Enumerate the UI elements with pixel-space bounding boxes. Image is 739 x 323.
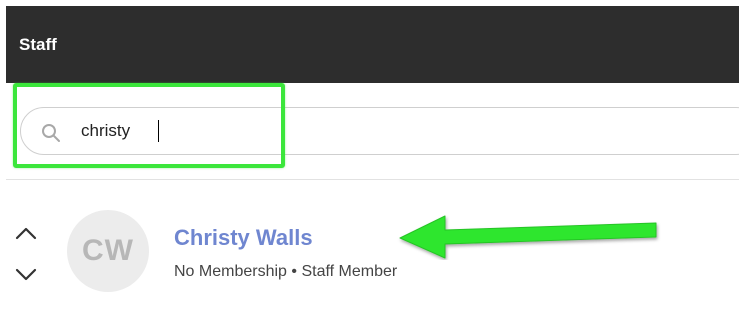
annotation-highlight-box xyxy=(13,83,285,168)
meta-separator: • xyxy=(291,263,297,280)
staff-meta: No Membership • Staff Member xyxy=(174,263,397,281)
membership-status: No Membership xyxy=(174,263,287,280)
chevron-down-icon[interactable] xyxy=(14,265,38,285)
chevron-up-icon[interactable] xyxy=(14,223,38,243)
staff-name-link[interactable]: Christy Walls xyxy=(174,225,313,251)
page-title: Staff xyxy=(19,35,57,54)
staff-role: Staff Member xyxy=(301,263,398,280)
annotation-arrow xyxy=(399,215,657,259)
avatar[interactable]: CW xyxy=(67,210,149,292)
page-header: Staff xyxy=(6,6,739,83)
